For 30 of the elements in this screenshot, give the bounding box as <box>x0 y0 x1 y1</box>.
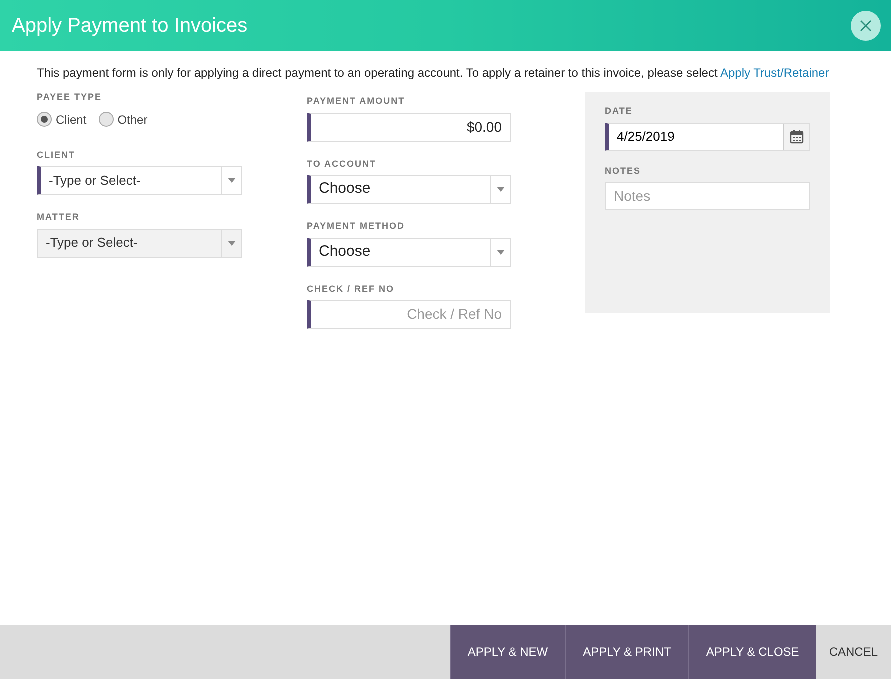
dropdown-arrow-icon <box>496 250 504 254</box>
apply-button[interactable]: APPLY & PRINT <box>565 625 688 679</box>
trust-retainer-link[interactable]: Apply Trust/Retainer <box>720 66 830 80</box>
close-icon <box>860 20 872 32</box>
apply-button[interactable]: APPLY & CLOSE <box>688 625 816 679</box>
radio-option[interactable]: Other <box>98 110 148 128</box>
dialog-title: Apply Payment to Invoices <box>12 14 248 38</box>
field-label: CHECK / REF NO <box>307 282 396 296</box>
field-label: CLIENT <box>37 148 76 162</box>
close-button[interactable] <box>851 10 881 40</box>
dropdown-arrow-icon <box>228 240 236 246</box>
field-label: PAYMENT AMOUNT <box>307 95 406 108</box>
dropdown-arrow-icon <box>228 178 236 183</box>
select-field[interactable]: Choose <box>307 175 511 204</box>
field-label: DATE <box>605 105 634 118</box>
dropdown-arrow-icon <box>496 187 504 192</box>
cancel-button[interactable]: CANCEL <box>816 625 891 679</box>
select-field[interactable]: Choose <box>307 238 511 266</box>
select-field[interactable]: -Type or Select- <box>37 166 242 195</box>
field-label: PAYEE TYPE <box>37 91 104 104</box>
notice-text: This payment form is only for applying a direct payment to an operating account. To apply a retainer to this invoice, please select Apply Trust/Retainer <box>37 65 830 82</box>
field-label: TO ACCOUNT <box>307 158 378 170</box>
field-label: PAYMENT METHOD <box>307 220 406 233</box>
calendar-icon <box>790 130 804 144</box>
field-label: NOTES <box>605 164 642 178</box>
radio-option[interactable]: Client <box>37 110 87 128</box>
field-label: MATTER <box>37 211 81 224</box>
date-field[interactable]: 4/25/2019 <box>605 122 810 150</box>
input-field[interactable]: $0.00 <box>307 112 511 142</box>
apply-button[interactable]: APPLY & NEW <box>450 625 566 679</box>
